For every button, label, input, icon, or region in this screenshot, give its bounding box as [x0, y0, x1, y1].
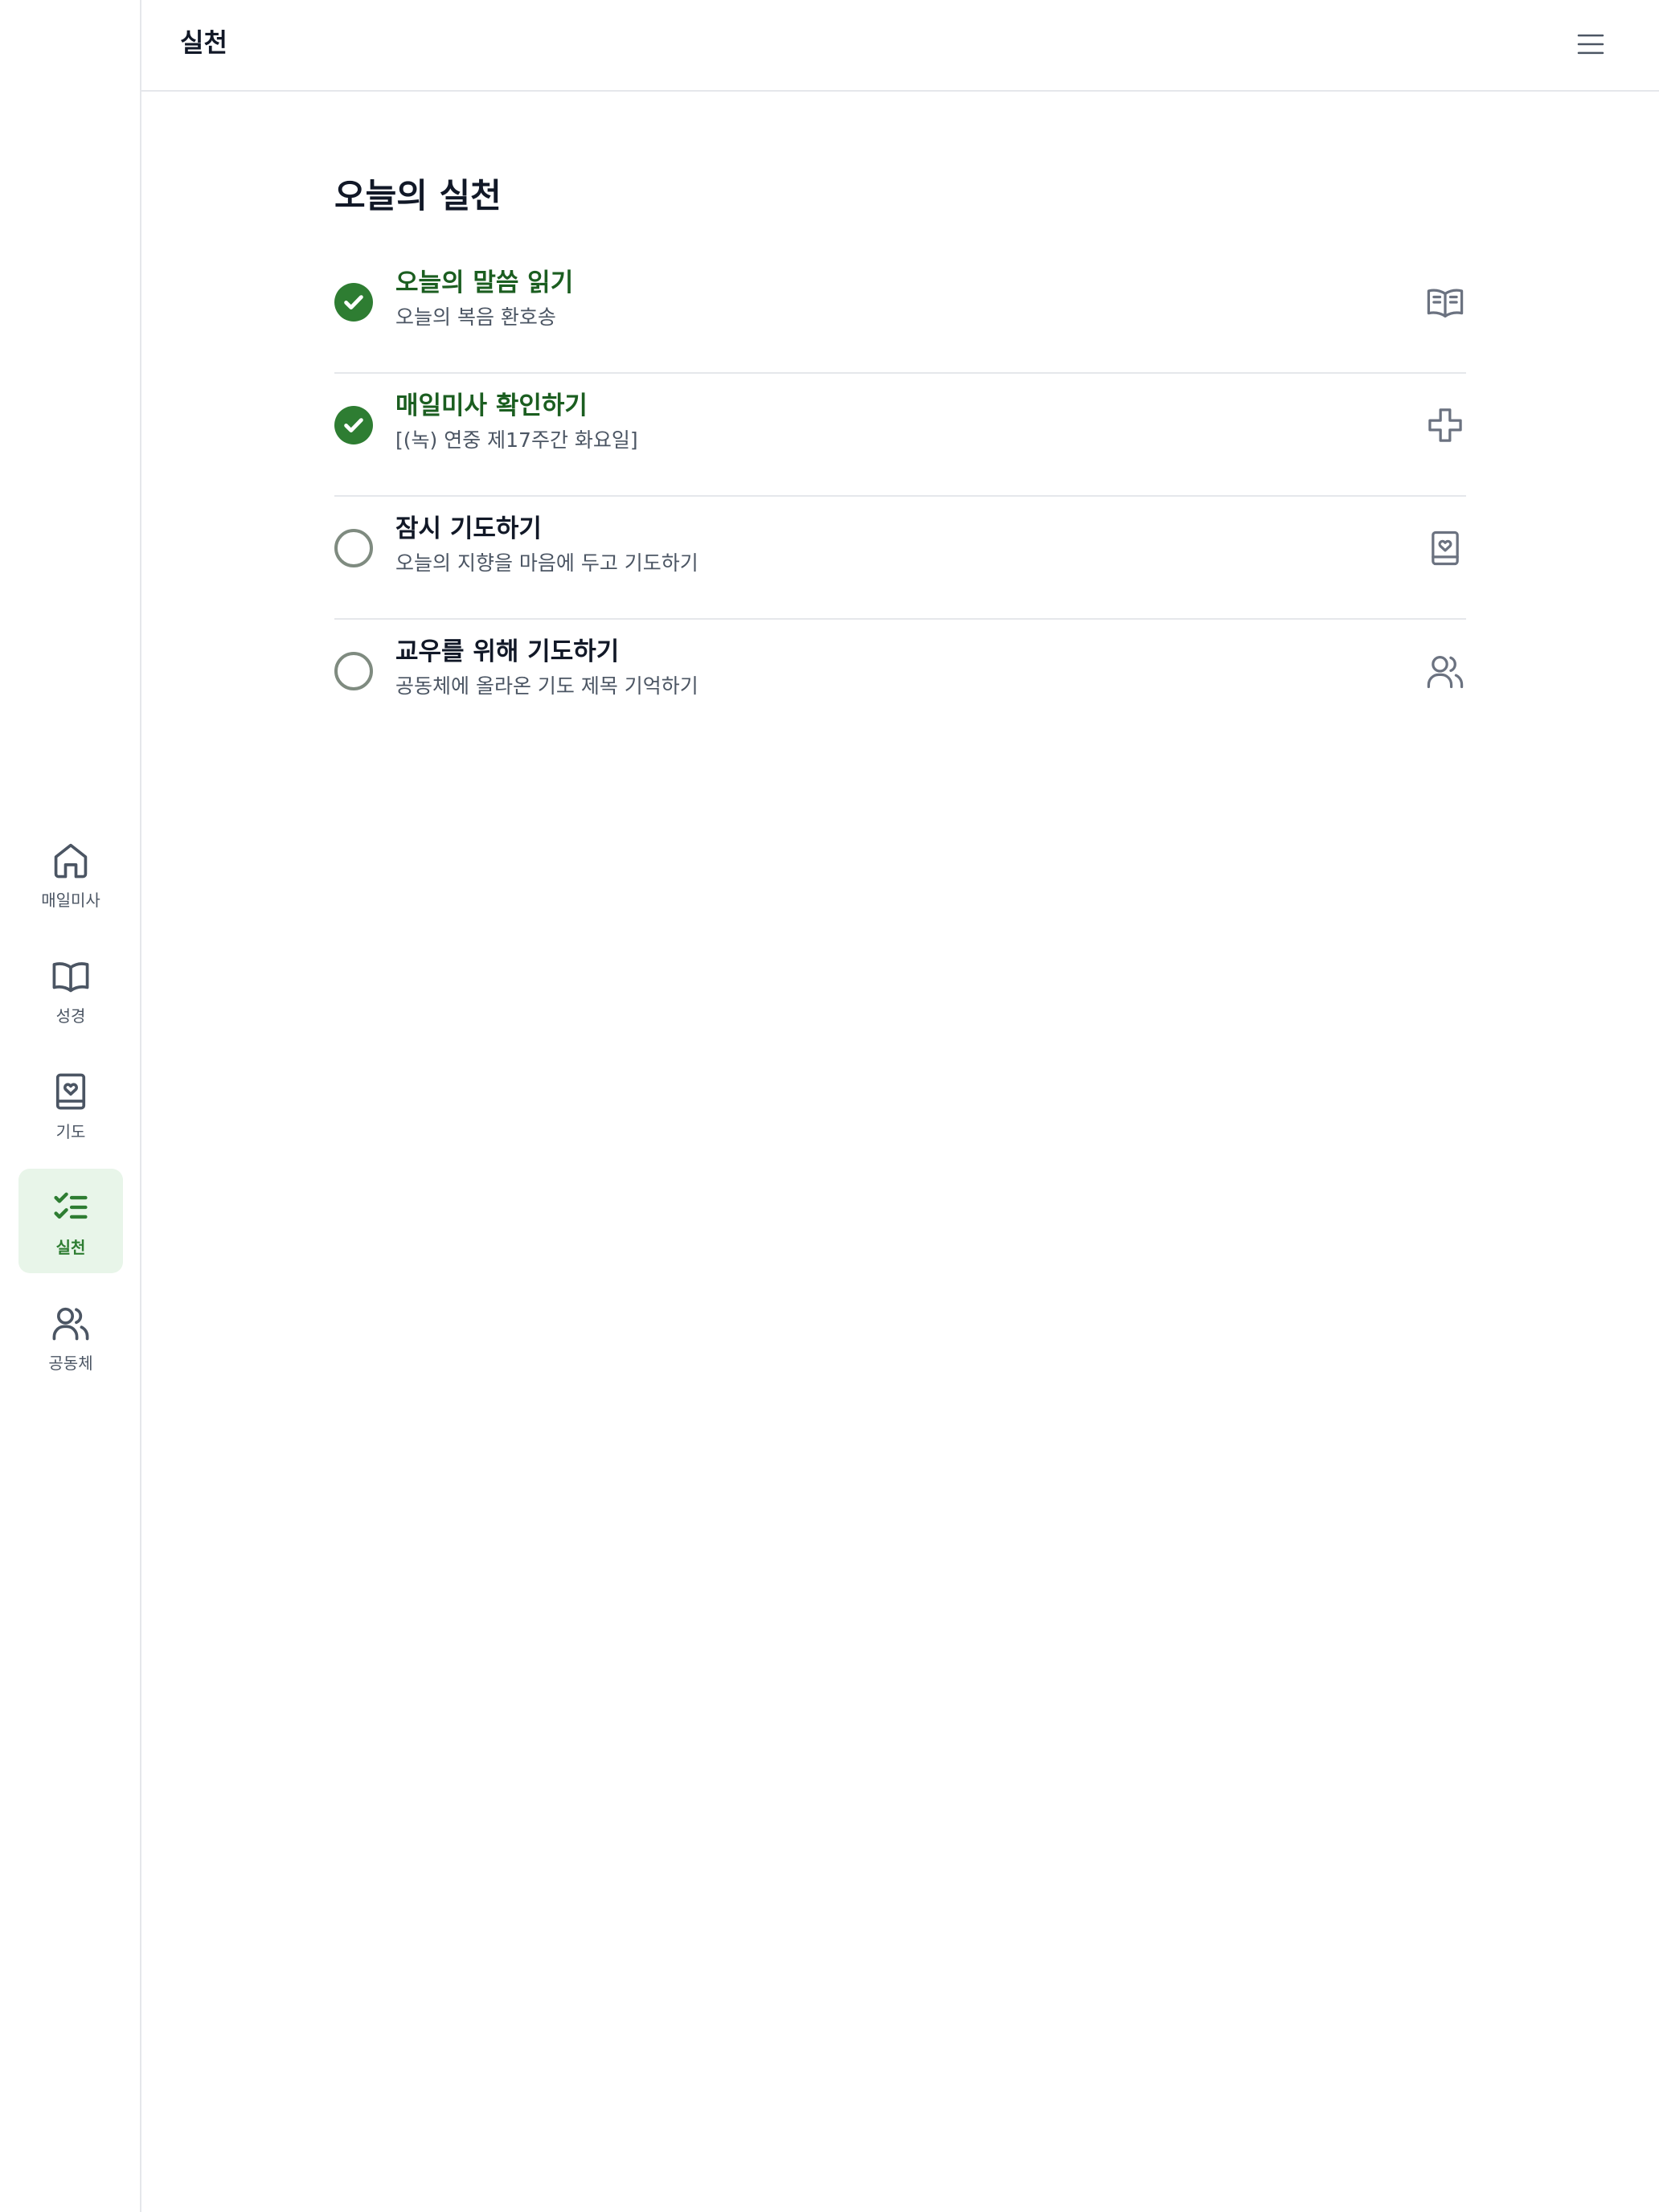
task-text: 오늘의 말씀 읽기 오늘의 복음 환호송: [395, 265, 573, 332]
nav-item-daily-mass[interactable]: 매일미사: [18, 821, 123, 926]
task-subtitle: 오늘의 지향을 마음에 두고 기도하기: [395, 551, 698, 575]
book-text-icon: [1424, 281, 1466, 323]
task-checkbox-unchecked[interactable]: [334, 652, 373, 690]
top-header: 실천: [141, 0, 1659, 92]
task-title: 매일미사 확인하기: [395, 391, 588, 420]
checklist-icon: [54, 1192, 88, 1219]
task-subtitle: 공동체에 올라온 기도 제목 기억하기: [395, 674, 698, 698]
nav-label-bible: 성경: [55, 1006, 86, 1026]
task-title: 교우를 위해 기도하기: [395, 637, 620, 666]
nav-item-bible[interactable]: 성경: [18, 937, 123, 1042]
practice-task-list: 오늘의 말씀 읽기 오늘의 복음 환호송 매일미사 확인하기 [(녹) 연중 제…: [334, 251, 1466, 741]
section-title: 오늘의 실천: [334, 176, 502, 215]
task-title: 잠시 기도하기: [395, 514, 542, 543]
task-subtitle: 오늘의 복음 환호송: [395, 305, 556, 329]
nav-label-daily-mass: 매일미사: [41, 891, 100, 910]
nav-label-practice: 실천: [55, 1238, 86, 1257]
task-text: 교우를 위해 기도하기 공동체에 올라온 기도 제목 기억하기: [395, 634, 698, 701]
bottom-navigation: 매일미사 성경 기도 실천 공동체: [18, 821, 123, 1400]
task-title: 오늘의 말씀 읽기: [395, 268, 574, 297]
task-text: 잠시 기도하기 오늘의 지향을 마음에 두고 기도하기: [395, 511, 698, 578]
users-icon: [52, 1307, 89, 1341]
nav-item-practice[interactable]: 실천: [18, 1169, 123, 1273]
task-item-pray-for-community[interactable]: 교우를 위해 기도하기 공동체에 올라온 기도 제목 기억하기: [334, 620, 1466, 741]
cross-icon: [1424, 404, 1466, 446]
task-checkbox-unchecked[interactable]: [334, 529, 373, 567]
task-item-check-daily-mass[interactable]: 매일미사 확인하기 [(녹) 연중 제17주간 화요일]: [334, 374, 1466, 497]
task-checkbox-checked[interactable]: [334, 406, 373, 444]
users-icon: [1424, 650, 1466, 692]
nav-label-prayer: 기도: [55, 1122, 86, 1141]
task-subtitle: [(녹) 연중 제17주간 화요일]: [395, 428, 638, 452]
task-item-read-word[interactable]: 오늘의 말씀 읽기 오늘의 복음 환호송: [334, 251, 1466, 374]
home-icon: [54, 843, 88, 879]
task-item-short-prayer[interactable]: 잠시 기도하기 오늘의 지향을 마음에 두고 기도하기: [334, 497, 1466, 620]
page-title: 실천: [180, 27, 227, 58]
hamburger-menu-icon: [1577, 34, 1604, 55]
task-checkbox-checked[interactable]: [334, 283, 373, 322]
nav-item-community[interactable]: 공동체: [18, 1284, 123, 1389]
nav-label-community: 공동체: [48, 1354, 93, 1373]
check-icon: [344, 295, 363, 309]
prayer-book-icon: [55, 1073, 86, 1110]
prayer-book-icon: [1424, 527, 1466, 569]
check-icon: [344, 418, 363, 432]
task-text: 매일미사 확인하기 [(녹) 연중 제17주간 화요일]: [395, 388, 638, 455]
nav-item-prayer[interactable]: 기도: [18, 1053, 123, 1157]
practice-content: 오늘의 실천 오늘의 말씀 읽기 오늘의 복음 환호송 매일미사 확인하기 [(…: [334, 148, 1466, 741]
menu-button[interactable]: [1572, 26, 1609, 63]
open-book-icon: [52, 962, 89, 993]
sidebar: 매일미사 성경 기도 실천 공동체: [0, 0, 141, 2212]
